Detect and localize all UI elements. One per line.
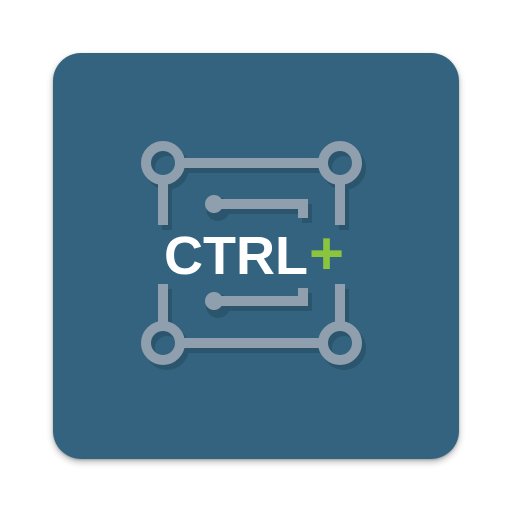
circuit-board-icon: CTRL+ xyxy=(53,53,459,459)
ctrl-text: CTRL+ xyxy=(164,220,344,287)
ctrl-plus-app-icon[interactable]: CTRL+ xyxy=(53,53,459,459)
launcher-stage: CTRL+ xyxy=(0,0,512,512)
ctrl-label: CTRL xyxy=(164,226,308,286)
plus-label: + xyxy=(309,220,344,287)
lower-inner-dot xyxy=(205,292,223,310)
upper-inner-dot xyxy=(205,195,223,213)
